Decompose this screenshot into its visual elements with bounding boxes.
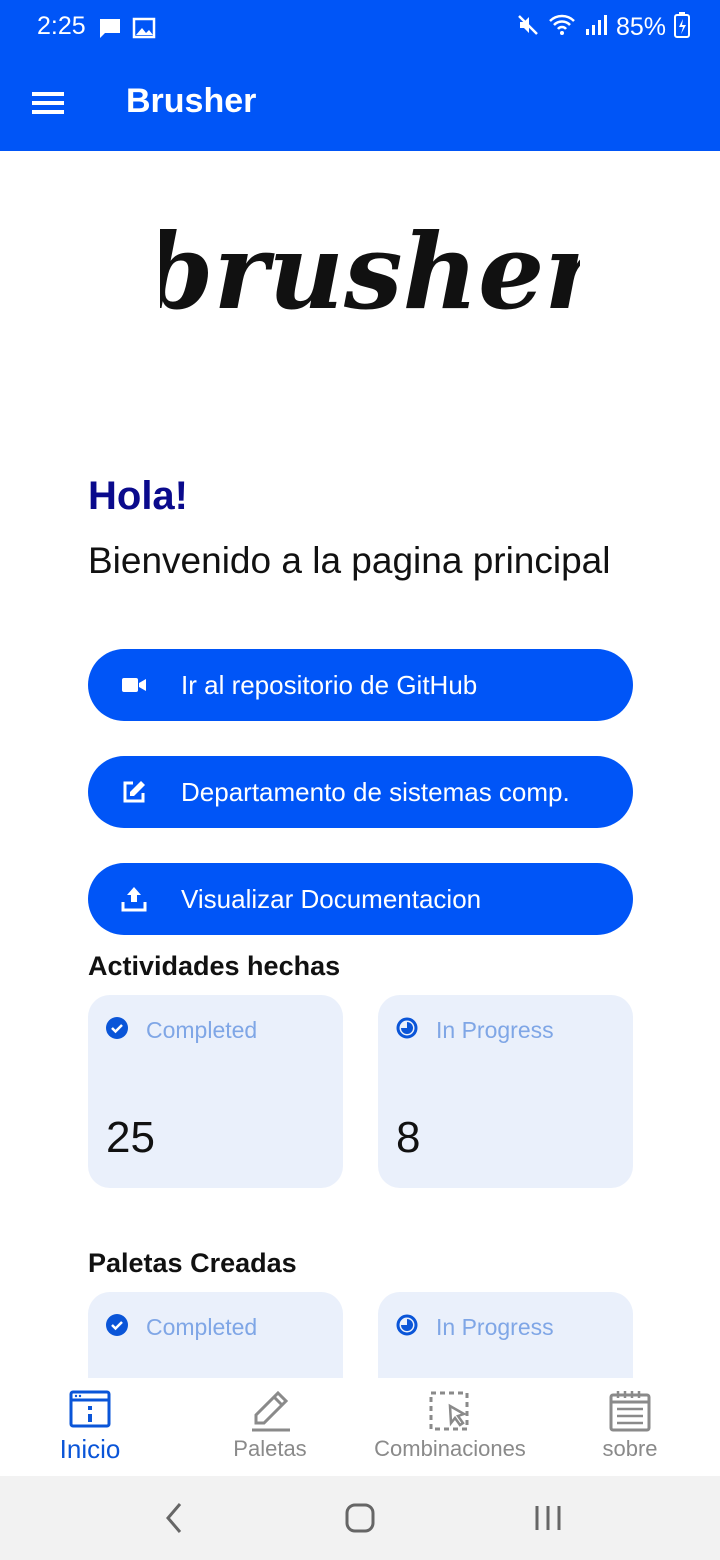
home-icon[interactable] — [342, 1498, 378, 1543]
systems-department-label: Departamento de sistemas comp. — [181, 776, 570, 807]
systems-department-button[interactable]: Departamento de sistemas comp. — [88, 756, 633, 828]
check-circle-icon — [106, 1017, 128, 1044]
system-navigation-bar — [0, 1476, 720, 1560]
nav-item-paletas[interactable]: Paletas — [180, 1378, 360, 1476]
wifi-icon — [548, 13, 576, 42]
nav-item-sobre[interactable]: sobre — [540, 1378, 720, 1476]
bottom-navigation: Inicio Paletas Combinaciones sobre — [0, 1378, 720, 1476]
browser-window-icon — [69, 1390, 111, 1433]
activities-in-progress-card[interactable]: In Progress 8 — [378, 995, 633, 1188]
upload-icon — [88, 886, 180, 912]
activities-section-title: Actividades hechas — [88, 951, 341, 981]
palettes-section-title: Paletas Creadas — [88, 1248, 297, 1278]
check-circle-icon — [106, 1314, 128, 1341]
status-indicators: 85% — [516, 12, 690, 43]
card-label: Completed — [146, 1314, 258, 1340]
card-value: 25 — [106, 1113, 155, 1162]
progress-circle-icon — [396, 1017, 418, 1044]
card-label: Completed — [146, 1017, 258, 1043]
nav-item-inicio[interactable]: Inicio — [0, 1378, 180, 1476]
view-documentation-button[interactable]: Visualizar Documentacion — [88, 863, 633, 935]
card-header: Completed — [106, 1017, 257, 1044]
signal-icon — [584, 13, 608, 42]
nav-label: Combinaciones — [374, 1436, 526, 1461]
activities-completed-card[interactable]: Completed 25 — [88, 995, 343, 1188]
card-value: 8 — [396, 1113, 421, 1162]
pencil-icon — [248, 1390, 292, 1437]
card-label: In Progress — [436, 1017, 554, 1043]
video-camera-icon — [88, 676, 180, 694]
github-repo-label: Ir al repositorio de GitHub — [181, 669, 478, 700]
image-icon — [132, 16, 156, 45]
greeting-heading: Hola! — [88, 474, 188, 518]
message-icon — [98, 16, 122, 45]
edit-icon — [88, 779, 180, 805]
github-repo-button[interactable]: Ir al repositorio de GitHub — [88, 649, 633, 721]
status-bar: 2:25 85% — [0, 0, 720, 56]
palettes-in-progress-card[interactable]: In Progress — [378, 1292, 633, 1378]
welcome-subtitle: Bienvenido a la pagina principal — [88, 540, 611, 581]
card-header: Completed — [106, 1314, 257, 1341]
back-icon[interactable] — [160, 1498, 188, 1543]
app-bar: Brusher — [0, 56, 720, 151]
app-title: Brusher — [126, 82, 257, 120]
brusher-logo: brusher — [141, 200, 606, 340]
mute-icon — [516, 13, 540, 42]
hamburger-menu-icon[interactable] — [26, 84, 72, 124]
nav-item-combinaciones[interactable]: Combinaciones — [360, 1378, 540, 1476]
nav-label: Inicio — [59, 1434, 121, 1464]
notification-icons — [98, 16, 156, 45]
battery-percent: 85% — [615, 13, 666, 41]
progress-circle-icon — [396, 1314, 418, 1341]
notepad-icon — [609, 1390, 651, 1437]
recent-apps-icon[interactable] — [530, 1498, 566, 1543]
status-time: 2:25 — [37, 12, 86, 40]
selection-cursor-icon — [428, 1390, 472, 1437]
view-documentation-label: Visualizar Documentacion — [181, 883, 482, 914]
nav-label: sobre — [602, 1436, 658, 1461]
nav-label: Paletas — [233, 1436, 307, 1461]
palettes-completed-card[interactable]: Completed — [88, 1292, 343, 1378]
logo-wordmark: brusher — [160, 210, 580, 333]
card-header: In Progress — [396, 1017, 554, 1044]
card-label: In Progress — [436, 1314, 554, 1340]
battery-charging-icon — [674, 12, 690, 43]
card-header: In Progress — [396, 1314, 554, 1341]
